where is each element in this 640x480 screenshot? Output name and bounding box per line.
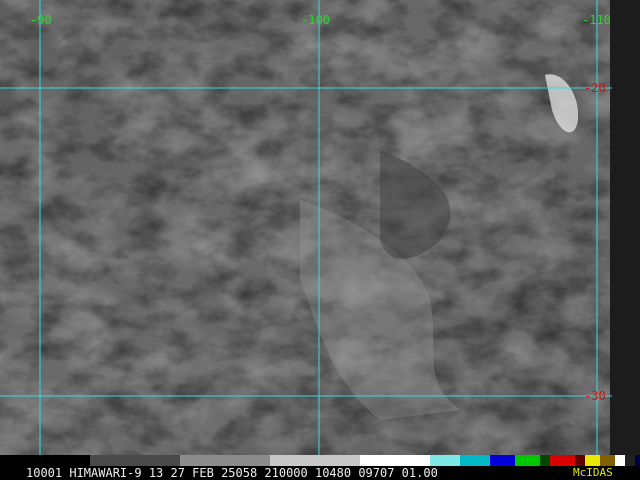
lat-label-20: -20 <box>584 81 606 95</box>
lon-label-90: -90 <box>30 13 52 27</box>
lat-label-30: -30 <box>584 389 606 403</box>
satellite-viewport[interactable]: -90 -100 -110 -20 -30 10001 HIMAWARI-9 1… <box>0 0 640 480</box>
image-metadata-line: 10001 HIMAWARI-9 13 27 FEB 25058 210000 … <box>26 466 438 480</box>
lon-label-100: -100 <box>301 13 330 27</box>
satellite-imagery <box>0 0 640 466</box>
mcidas-logo-text: McIDAS <box>573 466 613 479</box>
lon-label-110: -110 <box>582 13 611 27</box>
east-edge-band <box>610 0 640 455</box>
